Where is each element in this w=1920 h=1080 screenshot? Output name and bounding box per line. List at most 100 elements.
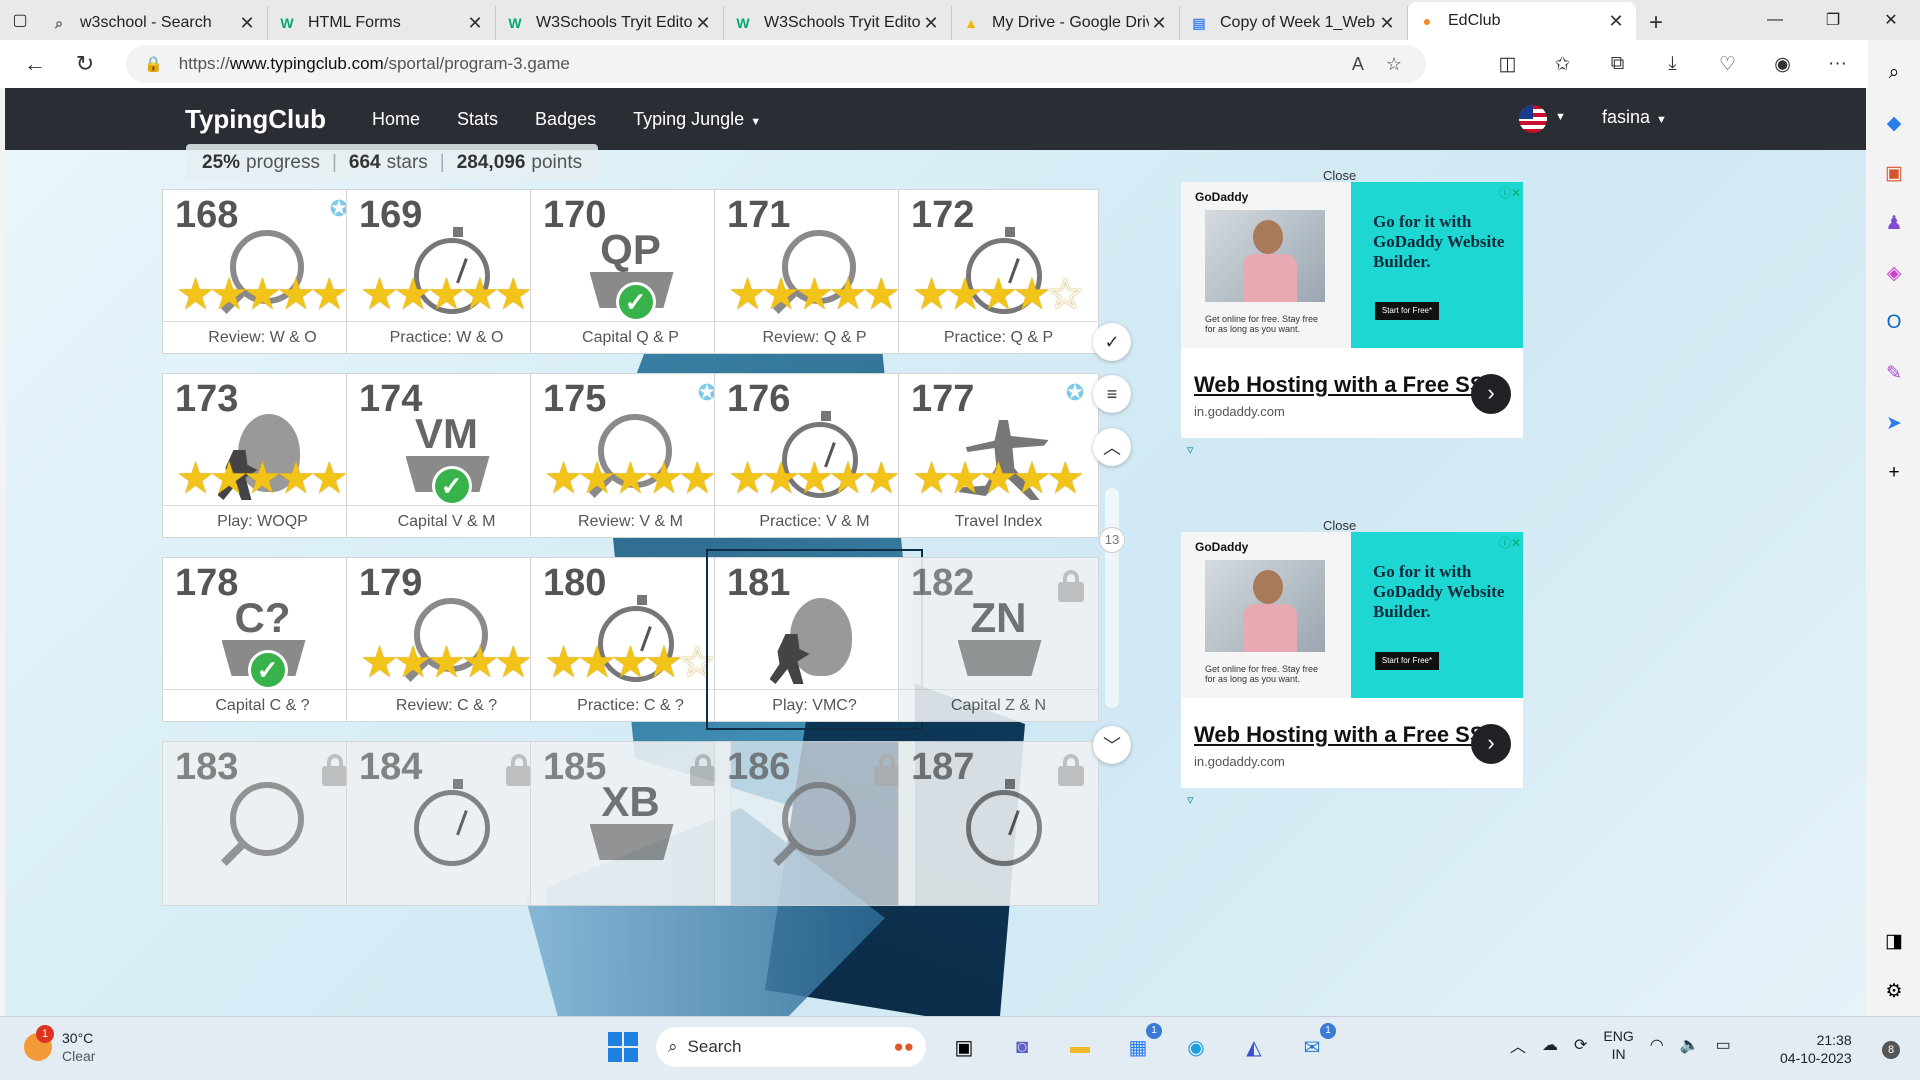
notification-badge[interactable]: 8 <box>1882 1041 1900 1059</box>
search-icon[interactable]: ⌕ <box>1868 48 1920 98</box>
weather-widget[interactable]: 1 30°C Clear <box>24 1025 95 1065</box>
lesson-card[interactable]: 185 XB <box>530 741 731 906</box>
read-aloud-icon[interactable]: A <box>1352 54 1364 75</box>
user-menu[interactable]: fasina ▼ <box>1602 107 1667 128</box>
task-view-icon[interactable]: ▣ <box>944 1027 984 1067</box>
reload-button[interactable]: ↻ <box>60 44 110 84</box>
nav-home[interactable]: Home <box>372 109 420 130</box>
browser-tab[interactable]: W W3Schools Tryit Editor ✕ <box>496 6 724 40</box>
ad-title[interactable]: Web Hosting with a Free SSL <box>1194 722 1498 748</box>
lesson-card[interactable]: 174 VM ✓ Capital V & M <box>346 373 547 538</box>
lesson-card[interactable]: 176 ★ ★ ★ ★ ★ Practice: V & M <box>714 373 915 538</box>
lesson-card[interactable]: 178 C? ✓ Capital C & ? <box>162 557 363 722</box>
close-tab-icon[interactable]: ✕ <box>693 13 713 34</box>
split-screen-icon[interactable]: ◫ <box>1480 53 1535 76</box>
ad-arrow-button[interactable]: › <box>1471 724 1511 764</box>
lesson-card[interactable]: 175 ✪ ★ ★ ★ ★ ★ Review: V & M <box>530 373 731 538</box>
language-indicator[interactable]: ENG IN <box>1603 1027 1633 1063</box>
teams-chat-icon[interactable]: ◙ <box>1002 1027 1042 1067</box>
browser-tab[interactable]: ⌕ w3school - Search ✕ <box>40 6 268 40</box>
lesson-card[interactable]: 186 <box>714 741 915 906</box>
menu-button[interactable]: ≡ <box>1093 375 1131 413</box>
site-logo[interactable]: TypingClub <box>185 104 326 135</box>
more-options-icon[interactable]: ··· <box>1810 53 1865 75</box>
ad-info-icon[interactable]: ▿ <box>1187 442 1194 458</box>
file-explorer-icon[interactable]: ▬ <box>1060 1027 1100 1067</box>
collections-icon[interactable]: ⧉ <box>1590 53 1645 75</box>
games-icon[interactable]: ♟ <box>1868 198 1920 248</box>
lesson-card[interactable]: 181 Play: VMC? <box>706 549 923 730</box>
designer-icon[interactable]: ✎ <box>1868 348 1920 398</box>
ad-close-label[interactable]: Close <box>1323 518 1356 533</box>
nav-stats[interactable]: Stats <box>457 109 498 130</box>
scroll-up-button[interactable]: ︿ <box>1093 428 1131 466</box>
lesson-card[interactable]: 169 ★ ★ ★ ★ ★ Practice: W & O <box>346 189 547 354</box>
browser-tab[interactable]: W W3Schools Tryit Editor ✕ <box>724 6 952 40</box>
lesson-card[interactable]: 179 ★ ★ ★ ★ ★ Review: C & ? <box>346 557 547 722</box>
nav-badges[interactable]: Badges <box>535 109 596 130</box>
advertisement[interactable]: GoDaddy Get online for free. Stay free f… <box>1181 182 1523 438</box>
clock[interactable]: 21:38 04-10-2023 <box>1780 1031 1852 1067</box>
advertisement[interactable]: GoDaddy Get online for free. Stay free f… <box>1181 532 1523 788</box>
browser-tab[interactable]: W HTML Forms ✕ <box>268 6 496 40</box>
edge-browser-icon[interactable]: ◉ <box>1176 1027 1216 1067</box>
sync-icon[interactable]: ⟳ <box>1574 1035 1587 1055</box>
us-flag-icon[interactable] <box>1519 105 1547 133</box>
send-icon[interactable]: ➤ <box>1868 398 1920 448</box>
add-icon[interactable]: + <box>1868 448 1920 498</box>
profile-avatar-icon[interactable]: ◉ <box>1755 53 1810 76</box>
lesson-card[interactable]: 183 <box>162 741 363 906</box>
ad-info-icon[interactable]: ▿ <box>1187 792 1194 808</box>
lesson-card[interactable]: 187 <box>898 741 1099 906</box>
microsoft-365-icon[interactable]: ◈ <box>1868 248 1920 298</box>
microsoft-store-icon[interactable]: ▦ 1 <box>1118 1023 1162 1067</box>
favorite-star-icon[interactable]: ☆ <box>1386 54 1402 75</box>
tab-actions-icon[interactable]: ▢ <box>0 0 40 40</box>
settings-icon[interactable]: ⚙ <box>1868 966 1920 1016</box>
favorites-icon[interactable]: ✩ <box>1535 53 1590 76</box>
close-tab-icon[interactable]: ✕ <box>921 13 941 34</box>
new-tab-button[interactable]: + <box>1636 6 1676 40</box>
close-window-icon[interactable]: ✕ <box>1862 0 1920 40</box>
sidebar-toggle-icon[interactable]: ◨ <box>1868 916 1920 966</box>
start-button[interactable] <box>608 1032 638 1062</box>
lesson-card[interactable]: 170 QP ✓ Capital Q & P <box>530 189 731 354</box>
browser-tab[interactable]: ▲ My Drive - Google Drive ✕ <box>952 6 1180 40</box>
browser-essentials-icon[interactable]: ♡ <box>1700 53 1755 76</box>
browser-tab-active[interactable]: ● EdClub ✕ <box>1408 2 1636 40</box>
minimize-icon[interactable]: — <box>1746 0 1804 40</box>
ad-choices-icon[interactable]: ⓘ✕ <box>1499 184 1521 201</box>
close-tab-icon[interactable]: ✕ <box>1149 13 1169 34</box>
outlook-icon[interactable]: O <box>1868 298 1920 348</box>
scroll-down-button[interactable]: ﹀ <box>1093 726 1131 764</box>
volume-icon[interactable]: 🔈 <box>1680 1035 1700 1055</box>
caret-down-icon[interactable]: ▼ <box>1555 111 1566 123</box>
onedrive-icon[interactable]: ☁ <box>1542 1035 1558 1055</box>
taskbar-search[interactable]: ⌕ Search ●● <box>656 1027 926 1067</box>
ad-title[interactable]: Web Hosting with a Free SSL <box>1194 372 1498 398</box>
ad-cta-button[interactable]: Start for Free* <box>1375 652 1439 670</box>
scroll-track[interactable] <box>1105 488 1119 708</box>
wifi-icon[interactable]: ◠ <box>1650 1035 1664 1055</box>
close-tab-icon[interactable]: ✕ <box>465 13 485 34</box>
close-tab-icon[interactable]: ✕ <box>1606 11 1626 32</box>
chevron-up-icon[interactable]: ︿ <box>1510 1033 1526 1057</box>
ad-choices-icon[interactable]: ⓘ✕ <box>1499 534 1521 551</box>
close-tab-icon[interactable]: ✕ <box>1377 13 1397 34</box>
ad-close-label[interactable]: Close <box>1323 168 1356 183</box>
tools-icon[interactable]: ▣ <box>1868 148 1920 198</box>
lesson-card[interactable]: 172 ★ ★ ★ ★ ☆ Practice: Q & P <box>898 189 1099 354</box>
app-icon[interactable]: ◭ <box>1234 1027 1274 1067</box>
downloads-icon[interactable]: ⤓ <box>1645 53 1700 75</box>
mail-icon[interactable]: ✉ 1 <box>1292 1023 1336 1067</box>
lesson-card[interactable]: 180 ★ ★ ★ ★ ☆ Practice: C & ? <box>530 557 731 722</box>
lesson-card[interactable]: 171 ★ ★ ★ ★ ★ Review: Q & P <box>714 189 915 354</box>
ad-cta-button[interactable]: Start for Free* <box>1375 302 1439 320</box>
url-input[interactable]: 🔒 https://www.typingclub.com/sportal/pro… <box>126 45 1426 83</box>
lesson-card[interactable]: 173 ★ ★ ★ ★ ★ Play: WOQP <box>162 373 363 538</box>
close-tab-icon[interactable]: ✕ <box>237 13 257 34</box>
lesson-card[interactable]: 184 <box>346 741 547 906</box>
check-progress-button[interactable]: ✓ <box>1093 323 1131 361</box>
battery-icon[interactable]: ▭ <box>1716 1035 1731 1055</box>
shopping-icon[interactable]: ◆ <box>1868 98 1920 148</box>
